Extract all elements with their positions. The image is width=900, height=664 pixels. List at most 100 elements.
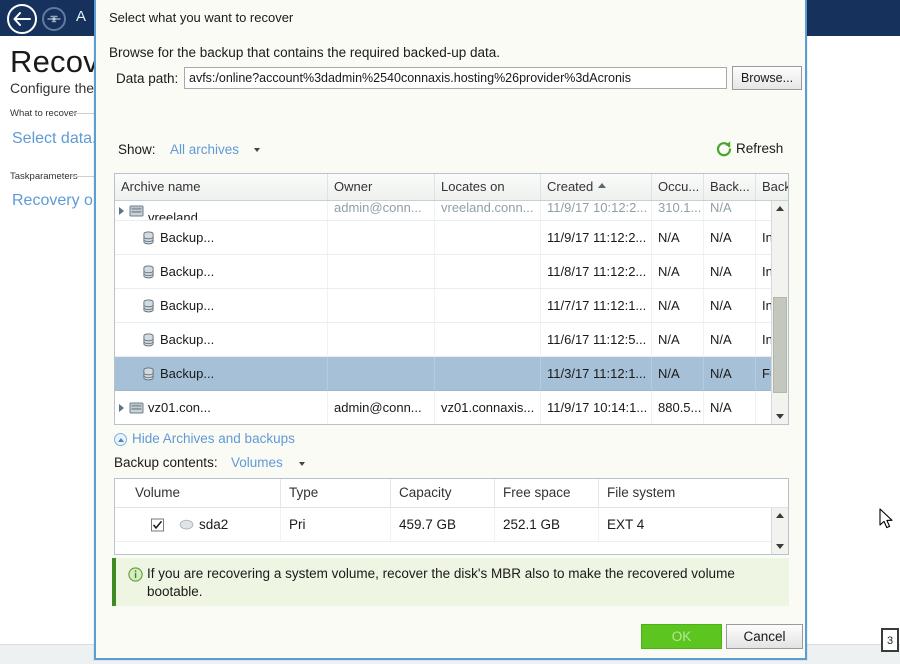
table-cell: Backup...	[115, 323, 328, 356]
column-header-backup-2[interactable]: Back...	[756, 174, 788, 200]
column-header-locates-on[interactable]: Locates on	[435, 174, 541, 200]
scroll-down-arrow-icon[interactable]	[772, 408, 788, 424]
table-cell: 11/9/17 10:14:1...	[541, 391, 652, 424]
scroll-up-arrow-icon[interactable]	[772, 508, 788, 524]
table-cell: N/A	[652, 323, 704, 356]
group-rule-1	[72, 113, 94, 114]
volumes-table-body[interactable]: sda2 Pri 459.7 GB 252.1 GB EXT 4	[115, 508, 788, 554]
ok-button[interactable]: OK	[641, 624, 722, 649]
column-header-occupied[interactable]: Occu...	[652, 174, 704, 200]
backup-contents-value[interactable]: Volumes	[231, 455, 283, 470]
table-cell: N/A	[704, 357, 756, 390]
table-cell: N/A	[704, 255, 756, 288]
table-row[interactable]: vreeland.... admin@conn... vreeland.conn..…	[115, 201, 788, 221]
table-cell	[435, 255, 541, 288]
backup-icon	[143, 298, 154, 312]
back-arrow-icon	[13, 12, 31, 26]
column-header-capacity[interactable]: Capacity	[391, 479, 495, 507]
table-row[interactable]: Backup...11/6/17 11:12:5...N/AN/AIncre..…	[115, 323, 788, 357]
table-cell: 252.1 GB	[495, 508, 599, 541]
table-row[interactable]: vz01.con... admin@conn... vz01.connaxis...…	[115, 391, 788, 424]
dialog-description: Browse for the backup that contains the …	[109, 45, 500, 60]
table-cell	[328, 289, 435, 322]
info-icon	[128, 567, 143, 582]
backup-icon	[143, 332, 154, 346]
table-cell: N/A	[704, 201, 756, 220]
table-row[interactable]: Backup...11/8/17 11:12:2...N/AN/AIncre..…	[115, 255, 788, 289]
archive-name-label: vz01.con...	[148, 400, 211, 415]
table-cell: 11/6/17 11:12:5...	[541, 323, 652, 356]
info-banner-text: If you are recovering a system volume, r…	[147, 566, 735, 599]
archives-table: Archive name Owner Locates on Created Oc…	[114, 173, 789, 425]
column-header-archive-name[interactable]: Archive name	[115, 174, 328, 200]
corner-badge: 3	[881, 628, 899, 652]
show-filter-value[interactable]: All archives	[170, 142, 239, 157]
table-cell: admin@conn...	[328, 391, 435, 424]
data-path-input[interactable]	[184, 67, 727, 89]
table-cell: N/A	[652, 221, 704, 254]
backup-contents-label: Backup contents:	[114, 455, 218, 470]
expand-triangle-icon[interactable]	[119, 206, 124, 215]
column-header-type[interactable]: Type	[281, 479, 391, 507]
hide-archives-label: Hide Archives and backups	[132, 431, 295, 446]
column-header-backup-1[interactable]: Back...	[704, 174, 756, 200]
table-cell: admin@conn...	[328, 201, 435, 220]
table-cell: 310.1...	[652, 201, 704, 220]
chevron-down-icon[interactable]	[254, 148, 260, 152]
sidebar-item-select-data[interactable]: Select data.	[12, 130, 97, 148]
table-cell: 11/7/17 11:12:1...	[541, 289, 652, 322]
table-cell: Pri	[281, 508, 391, 541]
archive-icon	[129, 205, 144, 216]
table-cell: N/A	[652, 255, 704, 288]
table-row[interactable]: Backup...11/3/17 11:12:1...N/AN/AFull	[115, 357, 788, 391]
table-cell: N/A	[652, 289, 704, 322]
table-cell	[328, 357, 435, 390]
volume-checkbox[interactable]	[151, 518, 164, 531]
column-header-volume[interactable]: Volume	[127, 479, 281, 507]
archives-scroll-thumb[interactable]	[773, 297, 787, 393]
archive-name-label: vreeland....	[148, 210, 213, 220]
scroll-up-arrow-icon[interactable]	[772, 201, 788, 217]
browse-button[interactable]: Browse...	[732, 66, 802, 90]
group-label-task-parameters: Taskparameters	[10, 171, 78, 182]
table-cell: N/A	[704, 391, 756, 424]
table-cell: vz01.con...	[115, 391, 328, 424]
scroll-down-arrow-icon[interactable]	[772, 538, 788, 554]
table-cell: N/A	[704, 289, 756, 322]
table-cell: 11/3/17 11:12:1...	[541, 357, 652, 390]
table-cell	[435, 221, 541, 254]
table-cell: N/A	[704, 221, 756, 254]
chevron-down-icon[interactable]	[299, 462, 305, 466]
table-cell	[435, 357, 541, 390]
table-cell: 11/9/17 10:12:2...	[541, 201, 652, 220]
archive-name-label: Backup...	[160, 230, 215, 245]
expand-triangle-icon[interactable]	[119, 403, 124, 412]
table-row[interactable]: sda2 Pri 459.7 GB 252.1 GB EXT 4	[115, 508, 788, 542]
table-cell: sda2	[127, 508, 281, 541]
table-cell: 11/8/17 11:12:2...	[541, 255, 652, 288]
table-row[interactable]: Backup...11/7/17 11:12:1...N/AN/AIncre..…	[115, 289, 788, 323]
archives-scrollbar[interactable]	[771, 201, 788, 424]
volumes-scrollbar[interactable]	[771, 508, 788, 554]
table-cell: 11/9/17 11:12:2...	[541, 221, 652, 254]
show-filter-label: Show:	[118, 142, 156, 157]
column-header-created[interactable]: Created	[541, 174, 652, 200]
column-header-owner[interactable]: Owner	[328, 174, 435, 200]
backup-icon	[143, 230, 154, 244]
archives-table-body[interactable]: vreeland.... admin@conn... vreeland.conn..…	[115, 201, 788, 424]
volumes-table-header: Volume Type Capacity Free space File sys…	[115, 479, 788, 508]
dialog-title: Select what you want to recover	[109, 10, 294, 25]
table-cell	[435, 323, 541, 356]
column-header-free-space[interactable]: Free space	[495, 479, 599, 507]
sidebar-item-recovery-options[interactable]: Recovery o	[12, 192, 93, 210]
table-cell: vreeland.conn...	[435, 201, 541, 220]
table-cell: EXT 4	[607, 517, 645, 532]
column-header-file-system[interactable]: File system	[599, 479, 773, 507]
archives-table-header: Archive name Owner Locates on Created Oc…	[115, 174, 788, 201]
refresh-label: Refresh	[736, 141, 784, 156]
table-cell: Backup...	[115, 357, 328, 390]
table-row[interactable]: Backup...11/9/17 11:12:2...N/AN/AIncre..…	[115, 221, 788, 255]
collapse-circle-icon	[114, 433, 127, 446]
cancel-button[interactable]: Cancel	[726, 624, 803, 649]
archive-name-label: Backup...	[160, 298, 215, 313]
